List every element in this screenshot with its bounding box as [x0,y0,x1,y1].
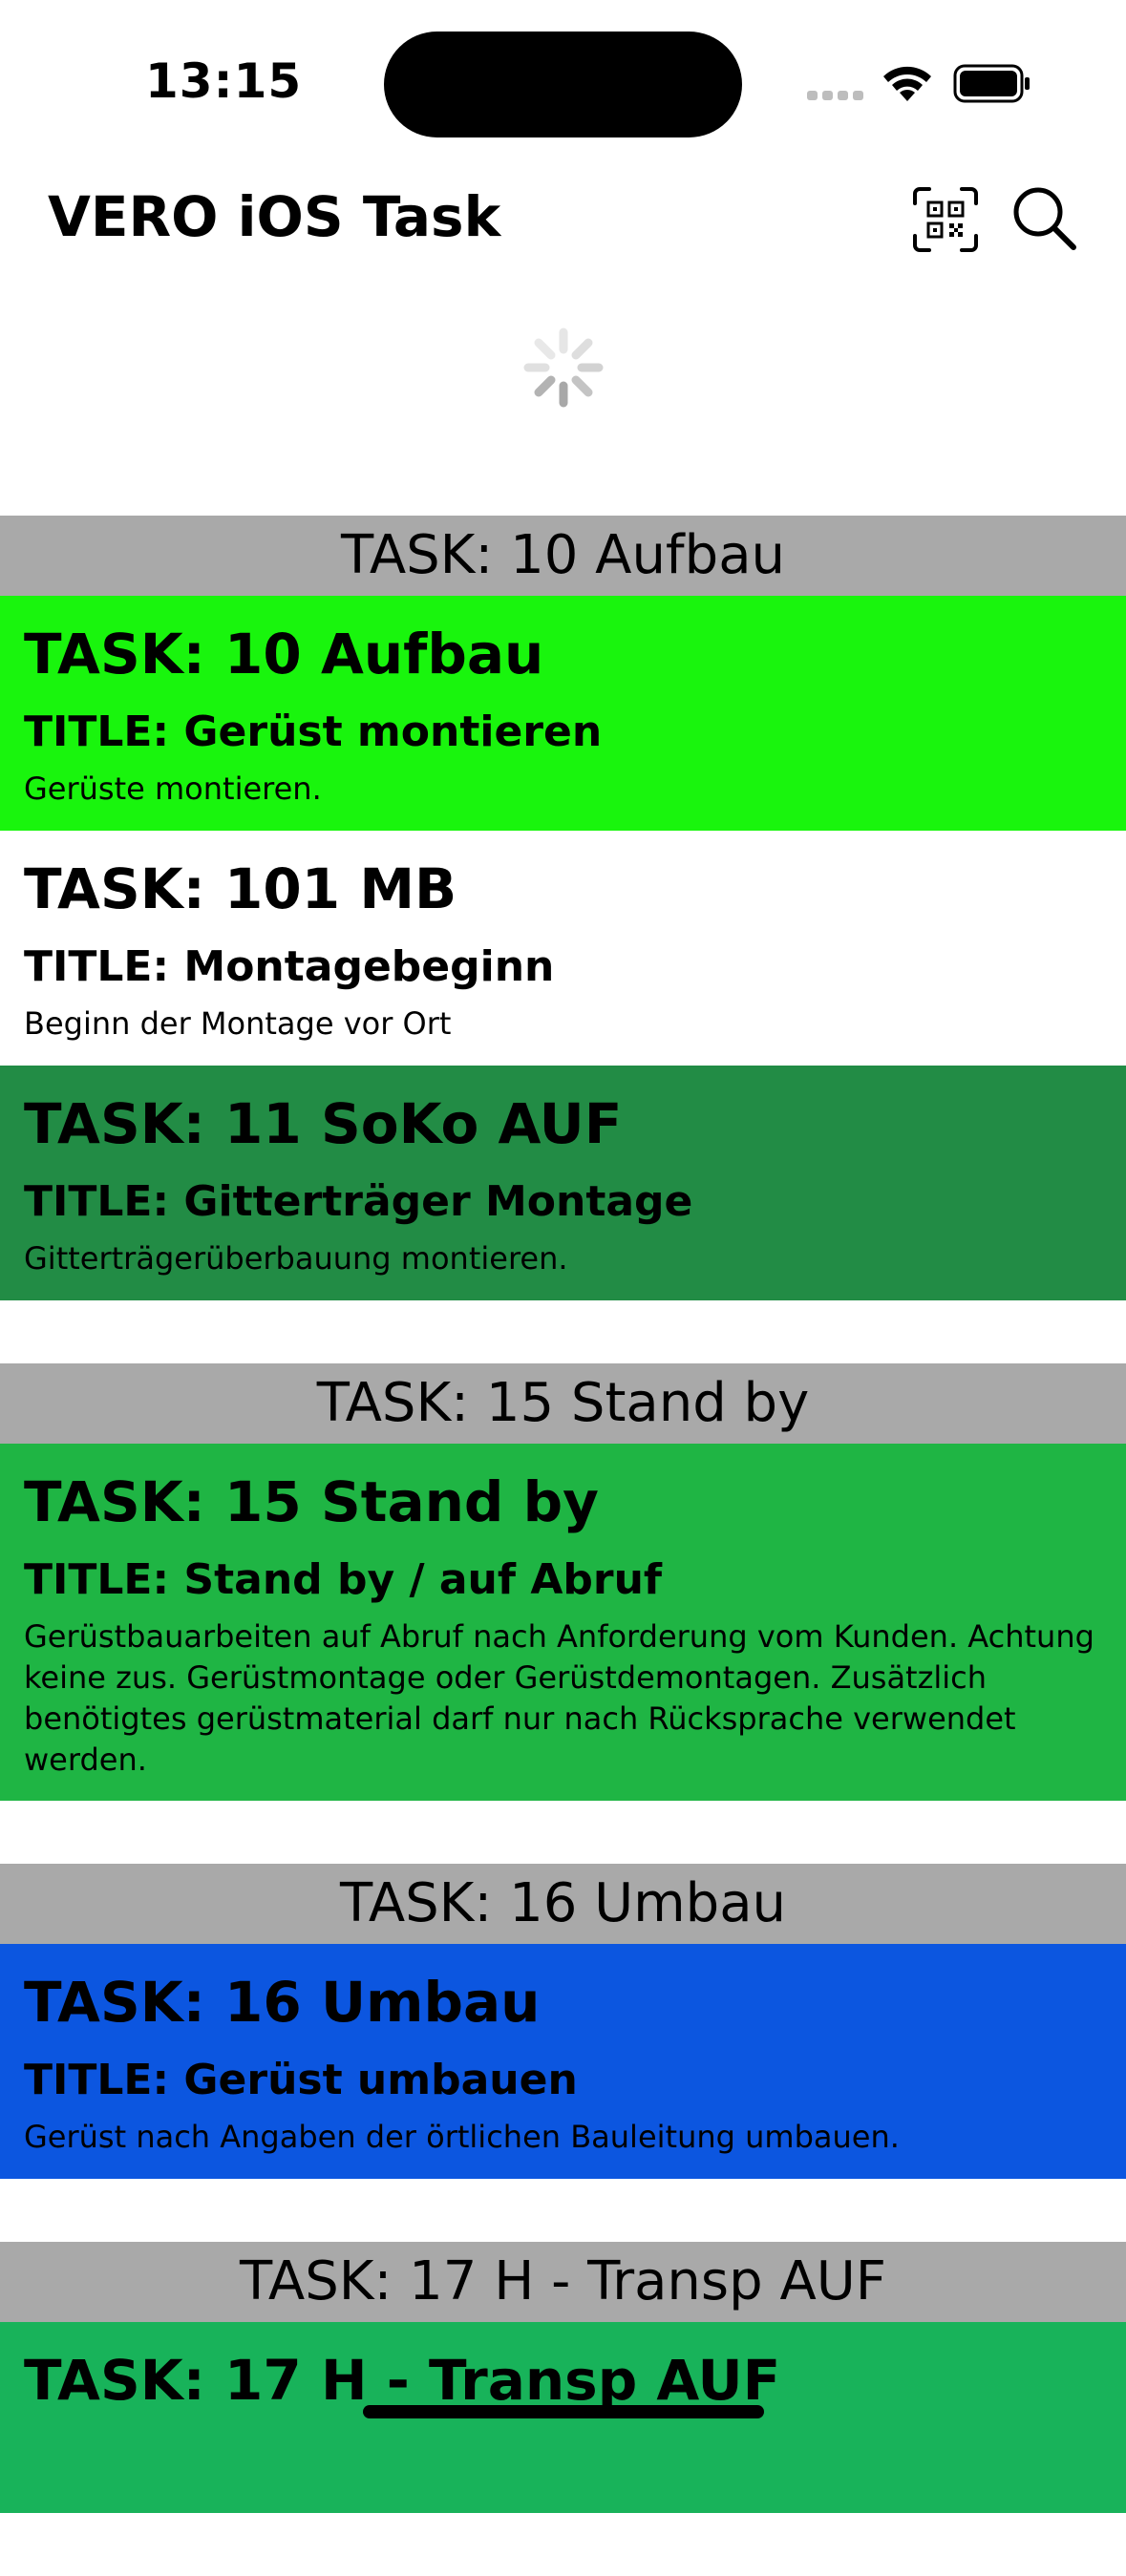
task-row[interactable]: TASK: 101 MB TITLE: Montagebeginn Beginn… [0,831,1126,1066]
task-title: TITLE: Stand by / auf Abruf [24,1555,663,1604]
task-section: TASK: 17 H - Transp AUF TASK: 17 H - Tra… [0,2242,1126,2513]
section-header: TASK: 17 H - Transp AUF [0,2242,1126,2322]
task-section: TASK: 10 Aufbau TASK: 10 Aufbau TITLE: G… [0,516,1126,1300]
task-title: TITLE: Gitterträger Montage [24,1177,693,1226]
cellular-signal-icon [807,91,864,100]
status-bar: 13:15 [0,0,1126,162]
task-description: Gerüst nach Angaben der örtlichen Baulei… [24,2119,900,2155]
task-description: Gerüstbauarbeiten auf Abruf nach Anforde… [24,1618,1094,1778]
task-description: Beginn der Montage vor Ort [24,1005,452,1042]
section-header: TASK: 16 Umbau [0,1864,1126,1944]
task-row[interactable]: TASK: 16 Umbau TITLE: Gerüst umbauen Ger… [0,1944,1126,2179]
task-list: TASK: 10 Aufbau TASK: 10 Aufbau TITLE: G… [0,516,1126,2576]
loading-spinner-icon [523,327,604,408]
task-description: Gitterträgerüberbauung montieren. [24,1240,568,1277]
task-label: TASK: 101 MB [24,856,457,921]
dynamic-island [384,32,742,137]
task-row[interactable]: TASK: 10 Aufbau TITLE: Gerüst montieren … [0,596,1126,831]
task-row[interactable]: TASK: 15 Stand by TITLE: Stand by / auf … [0,1444,1126,1801]
task-label: TASK: 15 Stand by [24,1469,599,1534]
status-time: 13:15 [145,53,303,109]
task-section: TASK: 16 Umbau TASK: 16 Umbau TITLE: Ger… [0,1864,1126,2179]
navigation-bar: VERO iOS Task [0,167,1126,272]
battery-icon [953,64,1030,103]
task-label: TASK: 16 Umbau [24,1970,541,2035]
page-title: VERO iOS Task [48,184,501,249]
wifi-icon [883,66,931,101]
task-title: TITLE: Montagebeginn [24,942,555,991]
task-label: TASK: 10 Aufbau [24,622,544,686]
qr-code-scan-icon[interactable] [912,186,979,253]
section-header: TASK: 10 Aufbau [0,516,1126,596]
task-description: Gerüste montieren. [24,771,322,807]
task-title: TITLE: Gerüst umbauen [24,2056,578,2104]
section-header: TASK: 15 Stand by [0,1363,1126,1444]
task-title: TITLE: Gerüst montieren [24,707,603,756]
search-icon[interactable] [1010,184,1079,253]
task-section: TASK: 15 Stand by TASK: 15 Stand by TITL… [0,1363,1126,1801]
task-row[interactable]: TASK: 11 SoKo AUF TITLE: Gitterträger Mo… [0,1066,1126,1300]
task-label: TASK: 11 SoKo AUF [24,1091,623,1156]
home-indicator[interactable] [363,2405,764,2418]
